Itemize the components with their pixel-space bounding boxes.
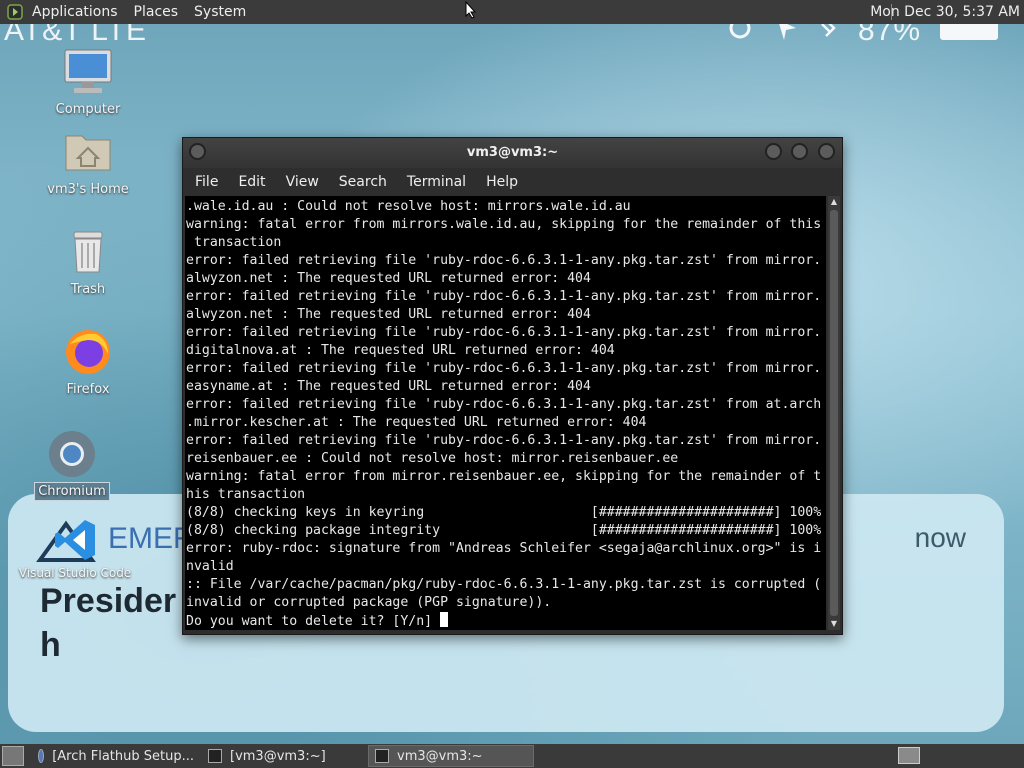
terminal-line: .wale.id.au : Could not resolve host: mi… xyxy=(186,199,631,214)
terminal-line: error: failed retrieving file 'ruby-rdoc… xyxy=(186,325,822,340)
applications-logo-icon[interactable] xyxy=(6,3,24,21)
browser-icon xyxy=(38,749,45,763)
terminal-line: alwyzon.net : The requested URL returned… xyxy=(186,271,591,286)
terminal-icon xyxy=(208,749,222,763)
terminal-line: invalid or corrupted package (PGP signat… xyxy=(186,595,552,610)
mouse-pointer-icon xyxy=(465,1,477,19)
system-menu[interactable]: System xyxy=(186,0,254,24)
menu-search[interactable]: Search xyxy=(331,174,395,190)
panel-clock[interactable]: Mon Dec 30, 5:37 AM xyxy=(870,0,1020,24)
desktop-icon-trash[interactable]: Trash xyxy=(38,226,138,298)
terminal-line: nvalid xyxy=(186,559,234,574)
terminal-prompt: Do you want to delete it? [Y/n] xyxy=(186,614,441,629)
scroll-up-icon[interactable]: ▲ xyxy=(828,196,840,208)
terminal-line: .mirror.kescher.at : The requested URL r… xyxy=(186,415,647,430)
desktop-icon-firefox[interactable]: Firefox xyxy=(38,326,138,398)
terminal-line: digitalnova.at : The requested URL retur… xyxy=(186,343,615,358)
terminal-window[interactable]: vm3@vm3:~ File Edit View Search Terminal… xyxy=(182,137,843,635)
taskbar-item-terminal-1[interactable]: [vm3@vm3:~] xyxy=(202,745,366,767)
trash-icon xyxy=(62,226,114,278)
desktop-icon-label: Firefox xyxy=(66,382,110,397)
desktop-icon-label: Chromium xyxy=(34,482,110,501)
terminal-line: error: failed retrieving file 'ruby-rdoc… xyxy=(186,253,822,268)
places-menu[interactable]: Places xyxy=(126,0,187,24)
terminal-line: alwyzon.net : The requested URL returned… xyxy=(186,307,591,322)
menu-help[interactable]: Help xyxy=(478,174,526,190)
terminal-line: his transaction xyxy=(186,487,306,502)
minimize-button[interactable] xyxy=(765,143,782,160)
terminal-line: error: failed retrieving file 'ruby-rdoc… xyxy=(186,397,822,412)
vscode-icon xyxy=(53,518,97,562)
window-menu-button[interactable] xyxy=(189,143,206,160)
terminal-line: easyname.at : The requested URL returned… xyxy=(186,379,591,394)
terminal-line: error: ruby-rdoc: signature from "Andrea… xyxy=(186,541,822,556)
notification-time: now xyxy=(914,522,966,553)
taskbar-item-terminal-2[interactable]: vm3@vm3:~ xyxy=(368,745,534,767)
terminal-cursor xyxy=(440,612,449,627)
desktop-icon-label: Visual Studio Code xyxy=(18,566,132,580)
desktop-icon-label: vm3's Home xyxy=(47,182,129,197)
terminal-line: (8/8) checking keys in keyring [########… xyxy=(186,505,822,520)
menu-file[interactable]: File xyxy=(187,174,226,190)
terminal-text: .wale.id.au : Could not resolve host: mi… xyxy=(185,196,826,630)
notification-headline: Presider xyxy=(40,582,177,620)
desktop-icon-home[interactable]: vm3's Home xyxy=(38,126,138,198)
terminal-scrollbar[interactable]: ▲ ▼ xyxy=(828,196,840,630)
menu-view[interactable]: View xyxy=(278,174,327,190)
show-desktop-icon[interactable] xyxy=(2,746,24,766)
desktop-icon-vscode[interactable]: Visual Studio Code xyxy=(12,518,138,581)
desktop-icon-label: Trash xyxy=(70,282,106,297)
menu-terminal[interactable]: Terminal xyxy=(399,174,474,190)
top-panel: Applications Places System Mon Dec 30, 5… xyxy=(0,0,1024,24)
home-folder-icon xyxy=(62,126,114,178)
scrollbar-thumb[interactable] xyxy=(830,210,838,616)
menu-edit[interactable]: Edit xyxy=(230,174,273,190)
terminal-menubar: File Edit View Search Terminal Help xyxy=(183,168,842,195)
terminal-output[interactable]: .wale.id.au : Could not resolve host: mi… xyxy=(185,196,826,630)
terminal-line: error: failed retrieving file 'ruby-rdoc… xyxy=(186,289,822,304)
close-button[interactable] xyxy=(818,143,835,160)
notification-headline-cont: h xyxy=(40,626,61,664)
desktop-icon-chromium[interactable]: Chromium xyxy=(22,428,122,501)
applications-menu[interactable]: Applications xyxy=(24,0,126,24)
bottom-taskbar: [Arch Flathub Setup... [vm3@vm3:~] vm3@v… xyxy=(0,744,1024,768)
taskbar-item-label: [vm3@vm3:~] xyxy=(230,748,326,764)
firefox-icon xyxy=(62,326,114,378)
terminal-icon xyxy=(375,749,389,763)
terminal-line: (8/8) checking package integrity [######… xyxy=(186,523,822,538)
terminal-titlebar[interactable]: vm3@vm3:~ xyxy=(183,138,842,168)
taskbar-item-label: vm3@vm3:~ xyxy=(397,748,483,764)
computer-icon xyxy=(62,46,114,98)
maximize-button[interactable] xyxy=(791,143,808,160)
terminal-line: :: File /var/cache/pacman/pkg/ruby-rdoc-… xyxy=(186,577,822,592)
desktop-icon-computer[interactable]: Computer xyxy=(38,46,138,118)
terminal-line: error: failed retrieving file 'ruby-rdoc… xyxy=(186,361,822,376)
terminal-line: warning: fatal error from mirror.reisenb… xyxy=(186,469,822,484)
chromium-icon xyxy=(46,428,98,480)
terminal-line: reisenbauer.ee : Could not resolve host:… xyxy=(186,451,679,466)
terminal-line: warning: fatal error from mirrors.wale.i… xyxy=(186,217,822,232)
workspace-switcher[interactable] xyxy=(898,747,920,764)
scroll-down-icon[interactable]: ▼ xyxy=(828,618,840,630)
taskbar-item-label: [Arch Flathub Setup... xyxy=(52,748,194,764)
terminal-line: error: failed retrieving file 'ruby-rdoc… xyxy=(186,433,822,448)
taskbar-item-flathub[interactable]: [Arch Flathub Setup... xyxy=(32,745,200,767)
terminal-title: vm3@vm3:~ xyxy=(466,145,559,160)
terminal-line: transaction xyxy=(193,235,282,250)
desktop-icon-label: Computer xyxy=(55,102,121,117)
